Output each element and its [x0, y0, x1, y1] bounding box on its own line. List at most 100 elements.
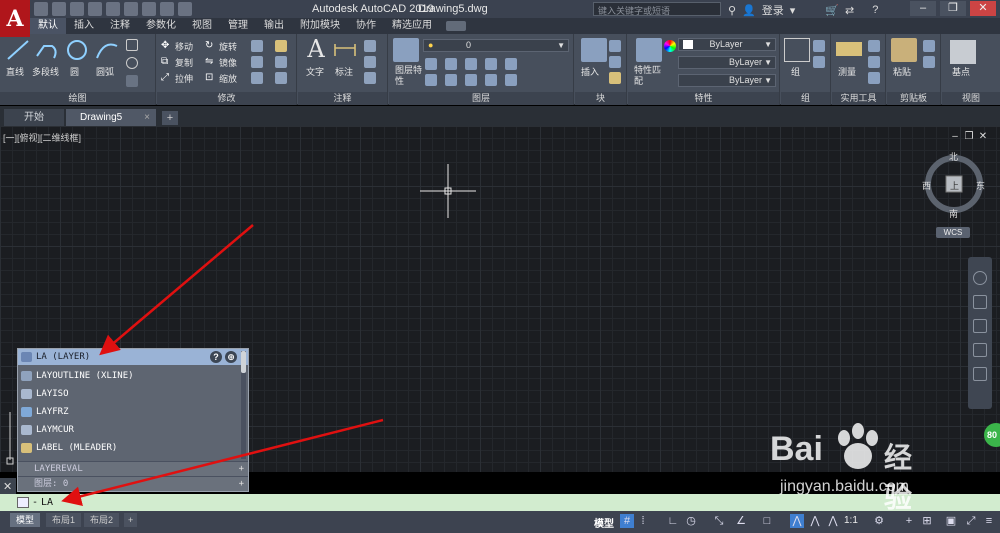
- clean-screen-icon[interactable]: ⤢: [964, 514, 978, 528]
- array-icon[interactable]: [251, 72, 263, 84]
- viewport-close-icon[interactable]: ✕: [978, 132, 988, 142]
- list-item[interactable]: LAYISO: [18, 385, 240, 403]
- command-input-area[interactable]: - LA: [17, 495, 53, 510]
- panel-title-groups[interactable]: 组: [781, 92, 830, 105]
- add-layout-button[interactable]: +: [124, 513, 138, 527]
- list-item[interactable]: LAYMCUR: [18, 421, 240, 439]
- autocomplete-section-layereval[interactable]: LAYEREVAL +: [18, 461, 248, 476]
- tab-annotate[interactable]: 注释: [102, 18, 138, 34]
- ellipse-icon[interactable]: [126, 57, 138, 69]
- panel-title-properties[interactable]: 特性: [628, 92, 779, 105]
- paste-icon[interactable]: [891, 38, 917, 62]
- autocomplete-scroll-thumb[interactable]: [241, 351, 246, 373]
- measure-icon[interactable]: [836, 42, 862, 56]
- create-block-icon[interactable]: [609, 40, 621, 52]
- redo-icon[interactable]: [160, 2, 174, 16]
- tab-featured-apps[interactable]: 精选应用: [384, 18, 440, 34]
- rotate-button[interactable]: 旋转: [219, 40, 237, 53]
- list-item[interactable]: LABEL (MLEADER): [18, 439, 240, 457]
- expand-icon[interactable]: +: [239, 477, 244, 492]
- user-icon[interactable]: 👤: [742, 4, 756, 17]
- list-item[interactable]: LAYOUTLINE (XLINE): [18, 367, 240, 385]
- calculator-icon[interactable]: [868, 72, 880, 84]
- app-menu-button[interactable]: A: [0, 0, 30, 37]
- isolate-objects-icon[interactable]: ⊞: [920, 514, 934, 528]
- plot-icon[interactable]: [124, 2, 138, 16]
- explode-icon[interactable]: [275, 56, 287, 68]
- copy-clip-icon[interactable]: [923, 56, 935, 68]
- match-properties-button[interactable]: 特性匹配: [634, 65, 664, 87]
- help-button[interactable]: ?: [872, 4, 878, 16]
- web-mobile-icon[interactable]: [106, 2, 120, 16]
- grid-icon[interactable]: #: [620, 514, 634, 528]
- offset-icon[interactable]: [275, 72, 287, 84]
- tab-parametric[interactable]: 参数化: [138, 18, 184, 34]
- layer-tool-icon[interactable]: [505, 74, 517, 86]
- layer-tool-icon[interactable]: [505, 58, 517, 70]
- tab-manage[interactable]: 管理: [220, 18, 256, 34]
- layer-tool-icon[interactable]: [445, 58, 457, 70]
- command-line[interactable]: [0, 494, 1000, 511]
- arc-button[interactable]: 圆弧: [96, 65, 114, 78]
- qat-customize-icon[interactable]: [178, 2, 192, 16]
- layer-tool-icon[interactable]: [465, 74, 477, 86]
- insert-button[interactable]: 插入: [581, 65, 599, 78]
- workspace-gear-icon[interactable]: ⚙: [872, 514, 886, 528]
- paste-button[interactable]: 粘贴: [893, 65, 911, 78]
- group-button[interactable]: 组: [791, 65, 800, 78]
- tab-insert[interactable]: 插入: [66, 18, 102, 34]
- annotation-monitor-icon[interactable]: +: [902, 514, 916, 528]
- compass-south[interactable]: 南: [949, 207, 958, 220]
- copy-button[interactable]: 复制: [175, 56, 193, 69]
- text-button[interactable]: 文字: [306, 65, 324, 78]
- wcs-menu[interactable]: WCS: [936, 227, 970, 238]
- viewport-minimize-icon[interactable]: –: [950, 132, 960, 142]
- color-wheel-icon[interactable]: [664, 40, 676, 52]
- fillet-icon[interactable]: [251, 56, 263, 68]
- match-properties-icon[interactable]: [636, 38, 662, 62]
- command-input[interactable]: LA: [41, 497, 53, 508]
- arc-icon[interactable]: [94, 38, 120, 62]
- help-icon[interactable]: ?: [210, 351, 222, 363]
- dimension-button[interactable]: 标注: [335, 65, 353, 78]
- command-prompt-icon[interactable]: [17, 497, 29, 508]
- layout-tab-layout2[interactable]: 布局2: [84, 513, 120, 527]
- attribute-icon[interactable]: [609, 72, 621, 84]
- layer-properties-button[interactable]: 图层特性: [395, 65, 423, 87]
- panel-title-layers[interactable]: 图层: [389, 92, 573, 105]
- scale-button[interactable]: 缩放: [219, 72, 237, 85]
- viewcube[interactable]: 北 南 东 西 上: [922, 150, 986, 219]
- model-space-toggle[interactable]: 模型: [594, 515, 614, 530]
- isodraft-icon[interactable]: ⤡: [712, 514, 726, 528]
- snap-icon[interactable]: ⁞: [636, 514, 650, 528]
- layer-tool-icon[interactable]: [485, 58, 497, 70]
- layer-properties-icon[interactable]: [393, 38, 419, 62]
- autocomplete-selected-row[interactable]: LA (LAYER) ? ⊕: [18, 349, 248, 365]
- panel-title-view[interactable]: 视图: [942, 92, 1000, 105]
- save-icon[interactable]: [70, 2, 84, 16]
- compass-east[interactable]: 东: [976, 179, 985, 192]
- showmotion-icon[interactable]: [973, 367, 987, 381]
- exchange-icon[interactable]: ⇄: [845, 4, 854, 17]
- group-edit-icon[interactable]: [813, 56, 825, 68]
- close-command-icon[interactable]: ✕: [3, 480, 12, 493]
- undo-icon[interactable]: [142, 2, 156, 16]
- annotation-visibility-icon[interactable]: ⋀: [790, 514, 804, 528]
- steering-wheel-icon[interactable]: [973, 271, 987, 285]
- panel-title-draw[interactable]: 绘图: [0, 92, 155, 105]
- search-web-icon[interactable]: ⊕: [225, 351, 237, 363]
- hatch-icon[interactable]: [126, 75, 138, 87]
- compass-north[interactable]: 北: [949, 150, 958, 163]
- table-icon[interactable]: [364, 72, 376, 84]
- cut-icon[interactable]: [923, 40, 935, 52]
- group-icon[interactable]: [784, 38, 810, 62]
- panel-title-utilities[interactable]: 实用工具: [832, 92, 885, 105]
- expand-icon[interactable]: +: [239, 462, 244, 477]
- cart-icon[interactable]: 🛒: [825, 4, 839, 17]
- minimize-icon[interactable]: –: [910, 1, 936, 16]
- layout-tab-layout1[interactable]: 布局1: [46, 513, 82, 527]
- osnap-icon[interactable]: □: [760, 514, 774, 528]
- layer-tool-icon[interactable]: [445, 74, 457, 86]
- dimension-icon[interactable]: [332, 38, 358, 62]
- trim-icon[interactable]: [251, 40, 263, 52]
